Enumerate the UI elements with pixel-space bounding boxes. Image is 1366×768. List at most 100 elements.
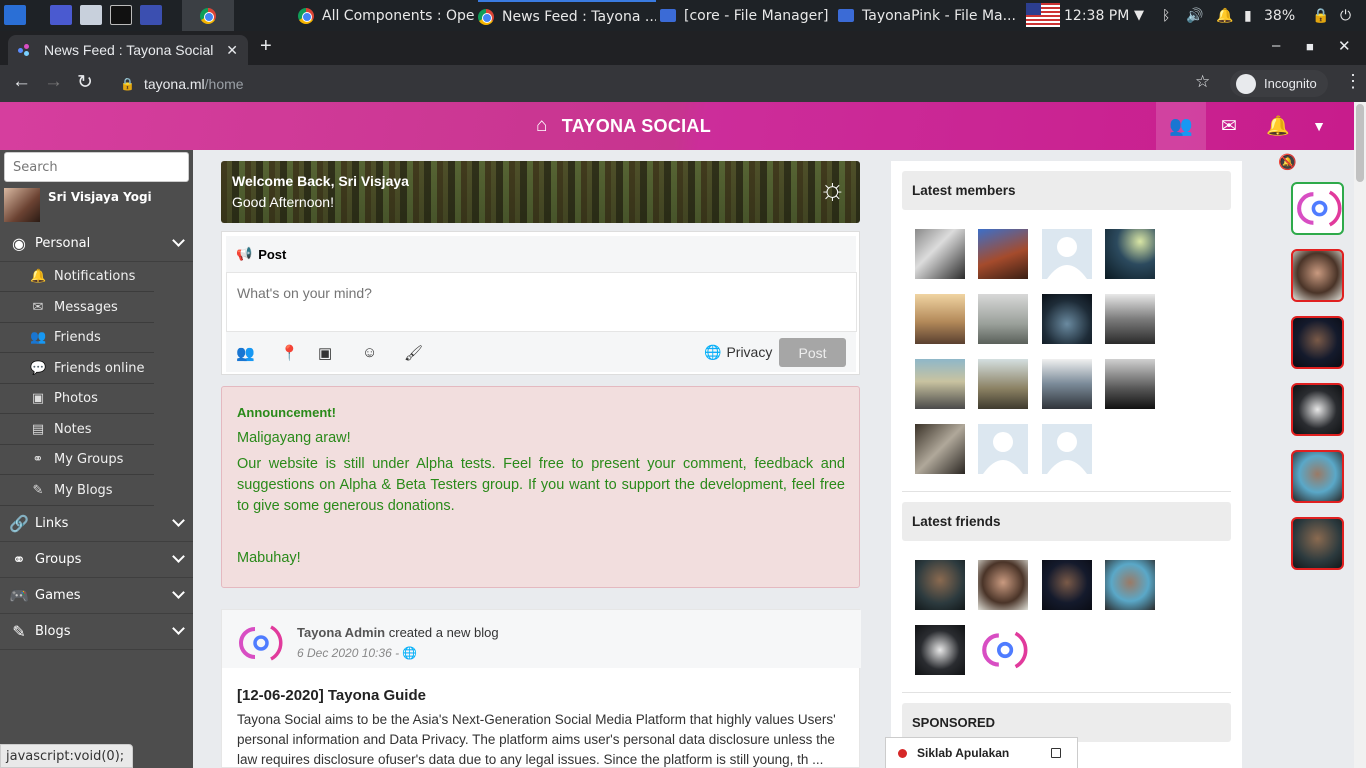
location-pin-icon[interactable]: 📍 xyxy=(280,344,299,362)
browser-tab[interactable]: News Feed : Tayona Social ✕ xyxy=(8,35,248,65)
search-input[interactable]: Search xyxy=(4,152,189,182)
member-thumbnail[interactable] xyxy=(1042,359,1092,409)
chat-avatar[interactable] xyxy=(1291,182,1344,235)
member-thumbnail[interactable] xyxy=(978,424,1028,474)
tayona-logo-icon[interactable] xyxy=(978,625,1028,675)
image-icon[interactable]: ▣ xyxy=(318,344,332,362)
paintbrush-icon[interactable]: 🖌 xyxy=(404,344,423,362)
reload-icon[interactable]: ↻ xyxy=(77,71,93,94)
address-bar[interactable]: 🔒 tayona.ml/home xyxy=(112,70,1222,97)
incognito-badge[interactable]: Incognito xyxy=(1230,70,1328,97)
minimize-icon[interactable]: – xyxy=(1272,37,1280,54)
sidebar-section-blogs[interactable]: ✎ Blogs xyxy=(0,614,193,650)
friend-thumbnail[interactable] xyxy=(978,560,1028,610)
taskbar-task[interactable]: TayonaPink - File Ma... xyxy=(838,0,1018,31)
screen-recorder-icon[interactable] xyxy=(140,5,162,25)
mail-icon: ✉ xyxy=(32,300,44,315)
back-icon[interactable]: ← xyxy=(12,71,31,93)
sidebar-section-links[interactable]: 🔗 Links xyxy=(0,506,193,542)
member-thumbnail[interactable] xyxy=(978,359,1028,409)
mail-icon[interactable]: ✉ xyxy=(1204,102,1254,150)
close-tab-icon[interactable]: ✕ xyxy=(226,42,238,59)
post-textarea[interactable] xyxy=(226,272,857,332)
sidebar-item-messages[interactable]: ✉ Messages xyxy=(0,293,154,323)
member-thumbnail[interactable] xyxy=(978,294,1028,344)
sidebar-section-groups[interactable]: ⚭ Groups xyxy=(0,542,193,578)
clock[interactable]: 12:38 PM xyxy=(1064,0,1129,31)
chat-avatar[interactable] xyxy=(1291,517,1344,570)
chat-avatar[interactable] xyxy=(1291,316,1344,369)
member-thumbnail[interactable] xyxy=(1042,229,1092,279)
maximize-icon[interactable]: ■ xyxy=(1306,39,1314,54)
taskbar-task[interactable]: News Feed : Tayona ... xyxy=(478,0,656,31)
desktop-icon[interactable] xyxy=(50,5,72,25)
sidebar-item-notifications[interactable]: 🔔 Notifications xyxy=(0,262,154,292)
chat-avatar[interactable] xyxy=(1291,249,1344,302)
sidebar-item-my-blogs[interactable]: ✎ My Blogs xyxy=(0,476,154,506)
close-window-icon[interactable]: ✕ xyxy=(1338,37,1351,55)
post-author[interactable]: Tayona Admin xyxy=(297,625,385,640)
friend-thumbnail[interactable] xyxy=(1042,560,1092,610)
sidebar-section-games[interactable]: 🎮 Games xyxy=(0,578,193,614)
member-thumbnail[interactable] xyxy=(1105,359,1155,409)
sidebar-section-personal[interactable]: ◉ Personal xyxy=(0,226,193,262)
member-thumbnail[interactable] xyxy=(915,294,965,344)
site-brand[interactable]: ⌂ TAYONA SOCIAL xyxy=(536,102,711,150)
member-thumbnail[interactable] xyxy=(978,229,1028,279)
friend-thumbnail[interactable] xyxy=(915,625,965,675)
post-timestamp[interactable]: 6 Dec 2020 10:36 - xyxy=(297,646,399,660)
chat-window-tab[interactable]: Siklab Apulakan xyxy=(885,737,1078,768)
profile-link[interactable]: Sri Visjaya Yogi xyxy=(4,188,189,222)
member-thumbnail[interactable] xyxy=(1042,294,1092,344)
chat-avatar[interactable] xyxy=(1291,383,1344,436)
default-avatar-icon xyxy=(1047,237,1087,279)
friend-thumbnail[interactable] xyxy=(915,560,965,610)
taskbar-task[interactable]: All Components : Ope... xyxy=(298,0,476,31)
maximize-chat-icon[interactable] xyxy=(1051,748,1061,758)
terminal-icon[interactable] xyxy=(110,5,132,25)
notifications-icon[interactable]: 🔔 xyxy=(1216,0,1233,31)
member-thumbnail[interactable] xyxy=(915,359,965,409)
member-thumbnail[interactable] xyxy=(1105,294,1155,344)
member-thumbnail[interactable] xyxy=(1042,424,1092,474)
page-scrollbar[interactable] xyxy=(1354,102,1366,768)
sidebar-item-notes[interactable]: ▤ Notes xyxy=(0,415,154,445)
privacy-selector[interactable]: 🌐 Privacy xyxy=(704,344,772,361)
scrollbar-thumb[interactable] xyxy=(1356,104,1364,182)
battery-icon[interactable]: ▮ xyxy=(1244,0,1252,31)
kali-menu-icon[interactable] xyxy=(4,5,26,25)
battery-percent[interactable]: 38% xyxy=(1264,0,1295,31)
sidebar-item-photos[interactable]: ▣ Photos xyxy=(0,384,154,414)
member-thumbnail[interactable] xyxy=(915,424,965,474)
bookmark-star-icon[interactable]: ☆ xyxy=(1195,72,1210,92)
taskbar-task[interactable]: [core - File Manager] xyxy=(660,0,835,31)
sidebar-item-friends[interactable]: 👥 Friends xyxy=(0,323,154,353)
tayona-logo-icon[interactable] xyxy=(235,619,283,667)
bluetooth-icon[interactable]: ᛒ xyxy=(1162,0,1170,31)
taskbar-task-label: TayonaPink - File Ma... xyxy=(862,7,1016,24)
browser-menu-icon[interactable]: ⋮ xyxy=(1344,71,1362,92)
wifi-icon[interactable]: ▼ xyxy=(1134,0,1144,31)
post-title[interactable]: [12-06-2020] Tayona Guide xyxy=(237,687,426,704)
member-thumbnail[interactable] xyxy=(915,229,965,279)
volume-icon[interactable]: 🔊 xyxy=(1186,0,1203,31)
tag-friends-icon[interactable]: 👥 xyxy=(236,344,255,362)
us-flag-icon[interactable] xyxy=(1026,3,1060,27)
forward-icon[interactable]: → xyxy=(44,71,63,93)
mute-bell-icon[interactable]: 🔕 xyxy=(1278,153,1297,171)
sidebar-item-friends-online[interactable]: 💬 Friends online xyxy=(0,354,154,384)
file-manager-icon[interactable] xyxy=(80,5,102,25)
friend-thumbnail[interactable] xyxy=(1105,560,1155,610)
caret-down-icon[interactable]: ▼ xyxy=(1294,102,1344,150)
emoji-icon[interactable]: ☺ xyxy=(362,344,377,361)
friends-icon[interactable]: 👥 xyxy=(1156,102,1206,150)
sidebar-item-my-groups[interactable]: ⚭ My Groups xyxy=(0,445,154,475)
post-button[interactable]: Post xyxy=(779,338,846,367)
sidebar-item-label: Messages xyxy=(54,300,118,315)
power-icon[interactable]: ⏻ xyxy=(1340,0,1351,31)
chat-avatar[interactable] xyxy=(1291,450,1344,503)
taskbar-chrome-launcher[interactable] xyxy=(182,0,234,31)
lock-icon[interactable]: 🔒 xyxy=(1312,0,1329,31)
member-thumbnail[interactable] xyxy=(1105,229,1155,279)
new-tab-icon[interactable]: + xyxy=(260,35,272,58)
